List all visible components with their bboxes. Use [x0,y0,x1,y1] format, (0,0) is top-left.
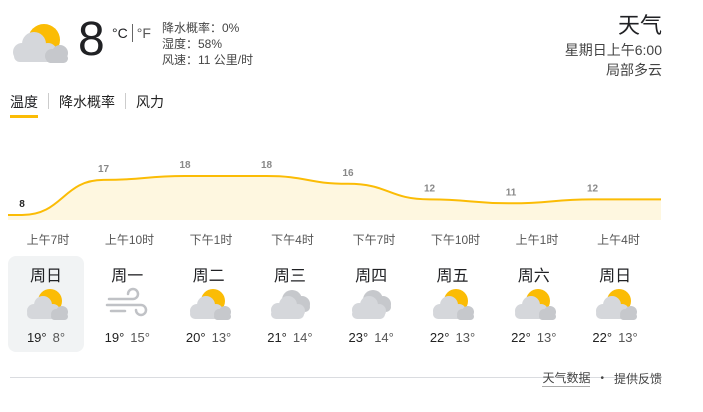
partly-cloudy-icon [185,286,233,322]
footer-dot: • [600,372,604,384]
day-forecast-item[interactable]: 周四 23° 14° [333,256,409,352]
humidity-text: 湿度：58% [162,37,223,51]
location-info: 天气 星期日上午6:00 局部多云 [565,12,662,80]
day-forecast-item[interactable]: 周一 19° 15° [89,256,165,352]
hour-label: 上午4时 [597,233,640,247]
day-temps: 22° 13° [496,330,572,345]
tab-temperature[interactable]: 温度 [10,92,38,118]
day-name: 周六 [517,268,550,285]
partly-cloudy-icon [591,286,639,322]
weather-datetime: 星期日上午6:00 [564,42,662,58]
day-name: 周日 [599,268,632,285]
precipitation-text: 降水概率：0% [162,21,240,35]
weather-title: 天气 [617,13,662,38]
footer: 天气数据 • 提供反馈 [542,369,662,387]
unit-toggle: °C °F [112,24,151,42]
day-high-temp: 22° [511,330,531,345]
daily-forecast: 周日 19° 8° 周一 19° 15° 周二 20° 13° 周三 21° 14° 周四 23° 14° 周… [8,256,658,352]
day-temps: 19° 8° [8,330,84,345]
day-low-temp: 13° [211,330,232,345]
day-high-temp: 23° [348,330,369,345]
tab-divider [125,93,126,109]
day-name: 周三 [273,268,306,285]
day-temps: 22° 13° [414,330,490,345]
chart-value-label: 17 [98,164,110,175]
celsius-unit[interactable]: °C [112,25,128,41]
day-low-temp: 13° [455,330,476,345]
day-temps: 22° 13° [577,330,653,345]
cloudy-icon [347,286,395,322]
day-low-temp: 13° [536,330,557,345]
tab-precipitation[interactable]: 降水概率 [59,92,115,118]
day-low-temp: 13° [618,330,638,345]
tab-bar: 温度 降水概率 风力 [10,92,164,118]
partly-cloudy-icon [8,20,70,66]
day-high-temp: 19° [26,330,47,345]
day-temps: 23° 14° [333,330,409,345]
chart-value-label: 8 [19,199,25,210]
day-low-temp: 14° [374,330,394,345]
partly-cloudy-icon [510,286,558,322]
hour-label: 下午10时 [430,233,481,247]
day-high-temp: 21° [267,330,287,345]
chart-value-label: 18 [179,160,191,171]
day-low-temp: 14° [292,330,313,345]
temperature-chart: 8 17 18 18 16 12 11 12 [8,160,661,220]
partly-cloudy-icon [22,286,70,322]
day-high-temp: 22° [429,330,450,345]
weather-data-link[interactable]: 天气数据 [542,369,591,387]
chart-value-label: 18 [261,160,273,171]
day-temps: 19° 15° [89,330,165,345]
day-name: 周二 [192,268,225,285]
day-name: 周日 [29,268,62,285]
cloudy-icon [266,286,314,322]
chart-value-label: 12 [587,183,599,194]
day-forecast-item[interactable]: 周五 22° 13° [414,256,490,352]
hour-label: 下午4时 [271,233,314,247]
weather-condition: 局部多云 [606,62,662,78]
wind-text: 风速：11 公里/时 [162,53,254,67]
day-high-temp: 19° [104,330,125,345]
chart-value-label: 16 [342,168,354,179]
tab-wind[interactable]: 风力 [136,92,164,118]
wind-icon [103,286,151,322]
day-name: 周五 [436,268,469,285]
chart-value-label: 12 [424,183,436,194]
day-forecast-item[interactable]: 周六 22° 13° [496,256,572,352]
day-low-temp: 15° [130,330,150,345]
day-forecast-item[interactable]: 周二 20° 13° [171,256,247,352]
hour-label: 上午1时 [515,233,559,247]
day-temps: 21° 14° [252,330,328,345]
day-forecast-item[interactable]: 周日 19° 8° [8,256,84,352]
day-name: 周四 [355,268,388,285]
weather-details: 降水概率：0% 湿度：58% 风速：11 公里/时 [162,20,253,68]
day-forecast-item[interactable]: 周日 22° 13° [577,256,653,352]
chart-value-label: 11 [506,187,517,198]
feedback-link[interactable]: 提供反馈 [614,370,662,387]
day-temps: 20° 13° [171,330,247,345]
hour-labels: 上午7时 上午10时 下午1时 下午4时 下午7时 下午10时 上午1时 上午4时 [0,231,703,247]
day-forecast-item[interactable]: 周三 21° 14° [252,256,328,352]
unit-separator [131,24,133,42]
day-low-temp: 8° [52,330,66,345]
hour-label: 上午10时 [104,233,155,247]
day-high-temp: 20° [185,330,206,345]
hour-label: 下午7时 [352,233,396,247]
current-temperature: 8 [78,13,105,66]
partly-cloudy-icon [428,286,476,322]
hour-label: 上午7时 [26,233,70,247]
day-name: 周一 [111,268,144,285]
tab-divider [48,93,49,109]
day-high-temp: 22° [592,330,613,345]
fahrenheit-unit[interactable]: °F [137,25,151,41]
hour-label: 下午1时 [189,233,233,247]
